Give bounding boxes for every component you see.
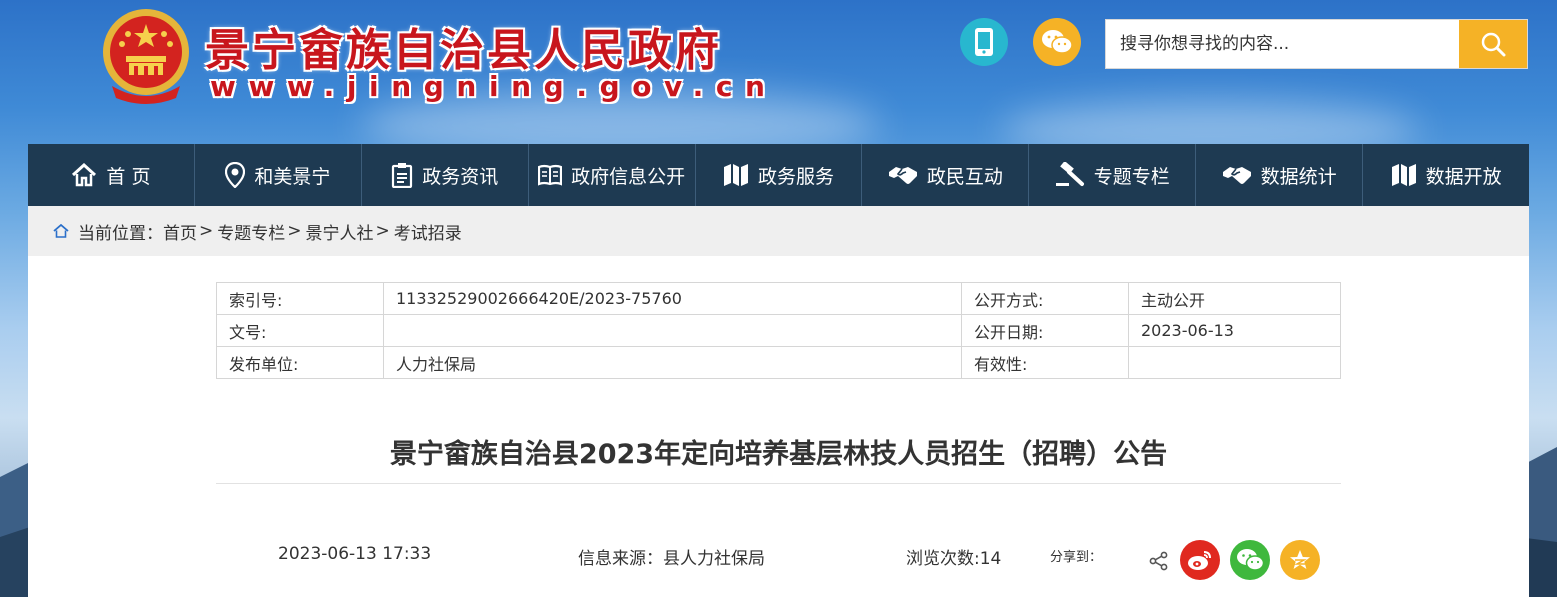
disclosure-method-label: 公开方式: [961,282,1129,315]
share-label: 分享到： [1050,550,1103,565]
breadcrumb-special-topics[interactable]: 专题专栏 [217,219,285,244]
nav-item-label: 专题专栏 [1093,165,1170,188]
mobile-button[interactable] [960,18,1008,66]
nav-item-label: 政民互动 [926,165,1003,188]
mobile-icon [975,28,993,56]
search-icon [1481,32,1506,57]
nav-item-home[interactable]: 首 页 [28,144,195,206]
home-icon [53,224,69,238]
home-icon [72,163,97,187]
nav-item-label: 政府信息公开 [571,165,686,188]
disclosure-method-value: 主动公开 [1128,282,1341,315]
info-source: 信息来源：县人力社保局 [578,549,765,569]
site-url: www.jingning.gov.cn [210,70,778,103]
disclosure-date-value: 2023-06-13 [1128,314,1341,347]
nav-item-label: 政务服务 [758,165,835,188]
breadcrumb: 当前位置： 首页 > 专题专栏 > 景宁人社 > 考试招录 [28,206,1529,256]
table-row: 文号: 公开日期: 2023-06-13 [216,314,1341,347]
search-button[interactable] [1459,20,1527,68]
share-icon [1149,551,1168,571]
gavel-icon [1055,162,1084,186]
nav-item-hemei-jingning[interactable]: 和美景宁 [195,144,362,206]
nav-item-services[interactable]: 政务服务 [696,144,863,206]
nav-item-info-disclosure[interactable]: 政府信息公开 [529,144,696,206]
index-number-label: 索引号: [216,282,384,315]
weibo-icon [1188,551,1211,570]
share-wechat-button[interactable] [1230,540,1270,580]
nav-item-label: 首 页 [106,165,151,188]
breadcrumb-separator: > [375,221,390,241]
nav-item-label: 和美景宁 [254,165,331,188]
map-icon [1391,164,1416,186]
breadcrumb-prefix: 当前位置： [78,223,163,244]
nav-item-interaction[interactable]: 政民互动 [862,144,1030,206]
nav-item-open-data[interactable]: 数据开放 [1363,144,1529,206]
publisher-value: 人力社保局 [383,346,962,379]
main-nav: 首 页 和美景宁 政务资讯 政府信息公开 政务服务 政民互动 专题专栏 数据统计… [28,144,1529,206]
validity-label: 有效性: [961,346,1129,379]
content-panel: 当前位置： 首页 > 专题专栏 > 景宁人社 > 考试招录 索引号: 11332… [28,206,1529,597]
search-input[interactable] [1106,20,1458,68]
national-emblem [103,9,189,104]
publisher-label: 发布单位: [216,346,384,379]
view-count: 浏览次数:14 [906,549,1002,569]
validity-value [1128,346,1341,379]
disclosure-date-label: 公开日期: [961,314,1129,347]
breadcrumb-exam-recruitment[interactable]: 考试招录 [394,219,462,244]
title-divider [216,483,1341,484]
location-pin-icon [225,162,246,188]
breadcrumb-home[interactable]: 首页 [163,219,197,244]
index-number-value: 11332529002666420E/2023-75760 [383,282,962,315]
book-icon [538,164,563,186]
wechat-button[interactable] [1033,18,1081,66]
nav-item-label: 数据统计 [1260,165,1337,188]
search-box [1105,19,1528,69]
wechat-icon [1042,30,1073,54]
share-qzone-button[interactable] [1280,540,1320,580]
breadcrumb-separator: > [287,221,302,241]
share-weibo-button[interactable] [1180,540,1220,580]
article-title: 景宁畲族自治县2023年定向培养基层林技人员招生（招聘）公告 [389,439,1168,470]
breadcrumb-jingning-hr[interactable]: 景宁人社 [306,219,374,244]
site-title: 景宁畲族自治县人民政府 [205,25,722,76]
handshake-icon [888,167,917,184]
handshake-icon [1222,167,1251,184]
breadcrumb-separator: > [199,221,214,241]
document-number-label: 文号: [216,314,384,347]
map-icon [724,164,748,186]
nav-item-news[interactable]: 政务资讯 [362,144,529,206]
publish-datetime: 2023-06-13 17:33 [278,544,432,564]
table-row: 索引号: 11332529002666420E/2023-75760 公开方式:… [216,282,1341,315]
qzone-star-icon [1290,550,1310,569]
clipboard-icon [392,163,413,188]
table-row: 发布单位: 人力社保局 有效性: [216,346,1341,379]
metadata-table: 索引号: 11332529002666420E/2023-75760 公开方式:… [216,282,1341,379]
wechat-icon [1237,549,1264,571]
nav-item-statistics[interactable]: 数据统计 [1196,144,1364,206]
nav-item-label: 政务资讯 [422,165,499,188]
nav-item-special-topics[interactable]: 专题专栏 [1029,144,1197,206]
nav-item-label: 数据开放 [1425,165,1502,188]
document-number-value [383,314,962,347]
